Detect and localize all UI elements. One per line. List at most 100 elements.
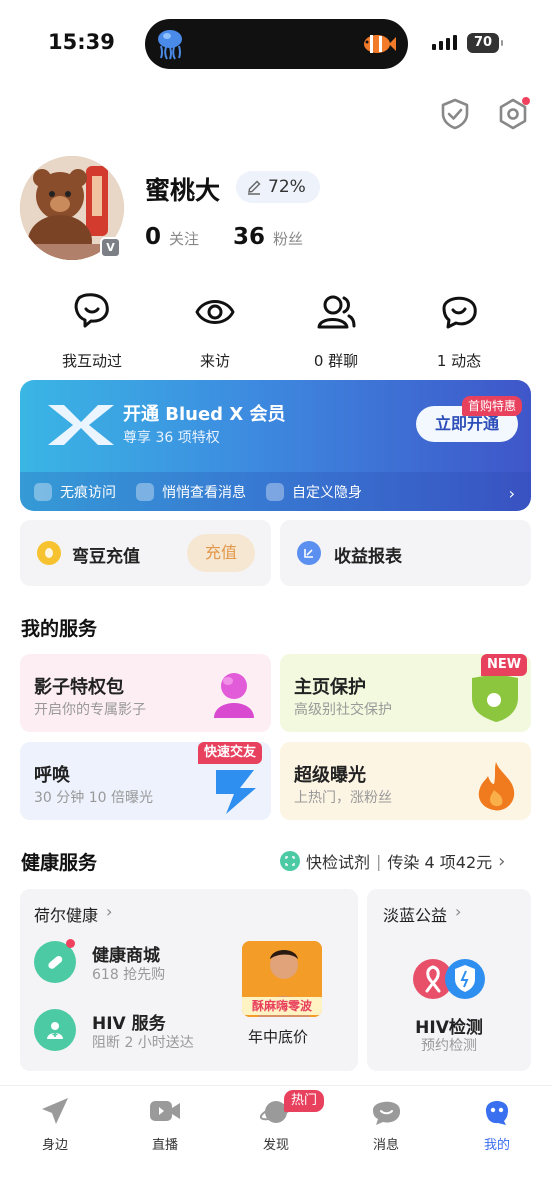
- ghost-icon: [266, 482, 284, 501]
- shadow-person-icon: [214, 673, 254, 718]
- quick-action-group-chat[interactable]: 0 群聊: [281, 292, 391, 371]
- service-super-exposure[interactable]: 超级曝光 上热门，涨粉丝: [280, 742, 531, 820]
- hiv-test-subtitle: 预约检测: [421, 1038, 477, 1054]
- quick-action-visitors[interactable]: 来访: [160, 292, 270, 371]
- username: 蜜桃大: [145, 176, 221, 205]
- hoer-health-title: 荷尔健康: [34, 906, 99, 925]
- footprint-icon: [34, 482, 52, 501]
- divider: |: [376, 851, 382, 871]
- chevron-right-icon: ›: [508, 484, 515, 503]
- hot-badge: 热门: [284, 1090, 325, 1112]
- beans-recharge-label: 弯豆充值: [72, 547, 140, 567]
- danlan-charity-card[interactable]: 淡蓝公益 › HIV检测 预约检测: [367, 889, 531, 1071]
- hoer-health-header[interactable]: 荷尔健康 ›: [34, 902, 112, 926]
- completion-percent: 72%: [268, 177, 306, 197]
- tab-label: 消息: [372, 1138, 399, 1153]
- service-title: 影子特权包: [34, 677, 124, 698]
- service-profile-protection[interactable]: 主页保护 高级别社交保护 NEW: [280, 654, 531, 732]
- test-kit-promo-link[interactable]: 快检试剂 | 传染 4 项42元 ›: [280, 849, 505, 873]
- test-kit-icon: [280, 851, 300, 871]
- product-label: 年中底价: [248, 1028, 309, 1046]
- earnings-report-card[interactable]: 收益报表: [280, 520, 531, 586]
- profile-stats: 0 关注 36 粉丝: [145, 224, 329, 250]
- earnings-report-label: 收益报表: [334, 547, 402, 567]
- flame-icon: [478, 762, 515, 811]
- product-promo-image[interactable]: 酥麻嗨零波: [242, 941, 322, 1017]
- vip-feature: 悄悄查看消息: [136, 482, 246, 502]
- beans-recharge-card[interactable]: 弯豆充值 充值: [20, 520, 271, 586]
- quick-action-label: 来访: [199, 352, 230, 370]
- blued-x-logo-icon: [48, 405, 114, 445]
- quick-action-label: 我互动过: [61, 352, 122, 370]
- tab-label: 身边: [41, 1138, 68, 1153]
- lightning-icon: [216, 770, 256, 814]
- health-item-subtitle: 618 抢先购: [92, 967, 166, 983]
- product-badge: 酥麻嗨零波: [242, 997, 322, 1015]
- tab-label: 直播: [151, 1138, 178, 1153]
- tab-nearby[interactable]: 身边: [20, 1096, 90, 1153]
- edit-icon: [248, 180, 261, 195]
- health-item-title: HIV 服务: [92, 1014, 166, 1034]
- quick-friends-tag: 快速交友: [198, 742, 263, 764]
- tab-messages[interactable]: 消息: [351, 1096, 421, 1153]
- interaction-icon: [74, 293, 109, 328]
- health-item-title: 健康商城: [92, 946, 160, 966]
- service-summon[interactable]: 呼唤 30 分钟 10 倍曝光 快速交友: [20, 742, 271, 820]
- service-title: 超级曝光: [294, 765, 366, 786]
- chat-bubble-icon: [373, 1101, 401, 1125]
- vip-feature-label: 自定义隐身: [292, 484, 362, 501]
- tab-bar: 身边 直播 发现 消息 我的: [0, 1085, 552, 1200]
- me-face-icon: [486, 1101, 508, 1125]
- danlan-header[interactable]: 淡蓝公益 ›: [383, 902, 461, 926]
- quick-action-moments[interactable]: 1 动态: [404, 292, 514, 371]
- service-subtitle: 30 分钟 10 倍曝光: [34, 790, 153, 806]
- first-purchase-tag: 首购特惠: [462, 396, 523, 416]
- health-services-title: 健康服务: [21, 852, 98, 874]
- my-services-title: 我的服务: [21, 618, 98, 640]
- paper-plane-icon: [42, 1098, 68, 1124]
- tab-live[interactable]: 直播: [130, 1096, 200, 1153]
- battery-indicator: 70: [467, 33, 503, 53]
- health-item-subtitle: 阻断 2 小时送达: [92, 1035, 194, 1051]
- followers-label[interactable]: 粉丝: [273, 228, 303, 249]
- followers-count[interactable]: 36: [233, 224, 265, 250]
- signal-icon: [432, 35, 457, 50]
- following-label[interactable]: 关注: [169, 228, 199, 249]
- status-time: 15:39: [48, 30, 115, 54]
- chevron-right-icon: ›: [106, 902, 113, 921]
- chart-arrow-icon: [297, 541, 321, 565]
- vip-banner[interactable]: 开通 Blued X 会员 尊享 36 项特权 立即开通 首购特惠 无痕访问 悄…: [20, 380, 531, 511]
- vip-features-strip[interactable]: 无痕访问 悄悄查看消息 自定义隐身: [20, 472, 531, 511]
- medical-person-icon: [34, 1009, 76, 1051]
- service-subtitle: 高级别社交保护: [294, 702, 392, 718]
- test-kit-label: 快检试剂: [306, 853, 371, 872]
- shield-check-icon[interactable]: [437, 96, 473, 132]
- service-title: 呼唤: [34, 765, 70, 786]
- ghost-message-icon: [136, 482, 154, 501]
- moments-icon: [442, 296, 477, 329]
- service-subtitle: 上热门，涨粉丝: [294, 790, 392, 806]
- tab-label: 我的: [483, 1138, 510, 1153]
- settings-button[interactable]: [495, 96, 531, 132]
- quick-action-interactions[interactable]: 我互动过: [37, 292, 147, 371]
- jellyfish-icon: [158, 30, 182, 60]
- dynamic-island: [145, 19, 408, 69]
- charge-button[interactable]: 充值: [187, 534, 255, 572]
- notification-dot: [66, 939, 75, 948]
- chevron-right-icon: ›: [498, 850, 506, 872]
- new-tag: NEW: [481, 654, 528, 676]
- chevron-right-icon: ›: [455, 902, 462, 921]
- video-camera-icon: [150, 1101, 180, 1121]
- tab-me[interactable]: 我的: [462, 1096, 532, 1153]
- vip-title: 开通 Blued X 会员: [123, 404, 286, 425]
- bean-coin-icon: [37, 541, 61, 565]
- danlan-title: 淡蓝公益: [383, 906, 448, 925]
- test-kit-detail: 传染 4 项42元: [387, 853, 493, 872]
- service-title: 主页保护: [294, 677, 366, 698]
- tab-label: 发现: [262, 1138, 289, 1153]
- vip-feature: 自定义隐身: [266, 482, 362, 502]
- following-count[interactable]: 0: [145, 224, 161, 250]
- profile-completion-pill[interactable]: 72%: [236, 171, 320, 203]
- service-shadow-pack[interactable]: 影子特权包 开启你的专属影子: [20, 654, 271, 732]
- eye-icon: [195, 300, 235, 324]
